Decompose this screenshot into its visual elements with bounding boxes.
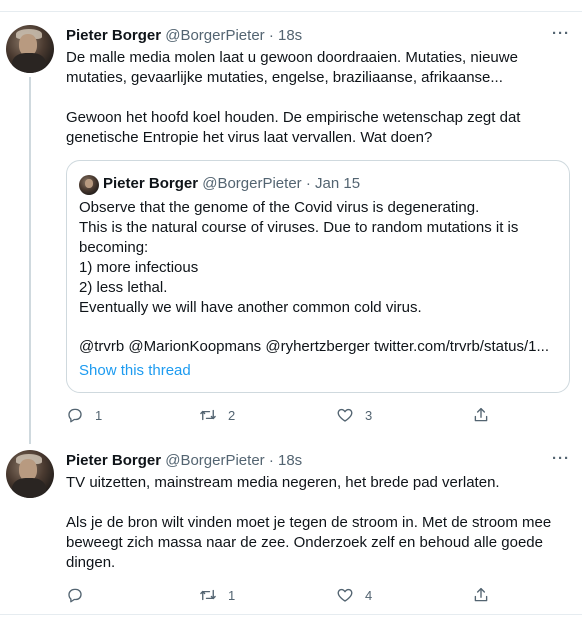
quoted-timestamp: Jan 15: [315, 175, 361, 192]
retweet-icon: [200, 589, 216, 601]
share-button[interactable]: [472, 403, 490, 427]
separator-dot: ·: [268, 452, 274, 469]
tweet-header: Pieter Borger @BorgerPieter · 18s: [66, 27, 302, 45]
heart-icon: [337, 588, 353, 602]
retweet-count: 2: [228, 407, 236, 423]
tweet-text: TV uitzetten, mainstream media negeren, …: [66, 474, 552, 571]
separator-dot: ·: [305, 175, 311, 192]
author-handle[interactable]: @BorgerPieter: [165, 452, 264, 469]
share-button[interactable]: [472, 583, 490, 607]
quoted-tweet-header: Pieter Borger @BorgerPieter · Jan 15: [103, 175, 360, 193]
quoted-tweet-text: Observe that the genome of the Covid vir…: [79, 199, 519, 316]
reply-count: 1: [95, 407, 103, 423]
avatar[interactable]: [6, 25, 54, 73]
more-icon[interactable]: ···: [552, 450, 570, 467]
author-name[interactable]: Pieter Borger: [66, 27, 161, 44]
tweet-text: De malle media molen laat u gewoon doord…: [66, 49, 521, 146]
author-handle[interactable]: @BorgerPieter: [165, 27, 264, 44]
retweet-count: 1: [228, 587, 236, 603]
tweet-2[interactable]: Pieter Borger @BorgerPieter · 18s ··· TV…: [0, 438, 582, 614]
quoted-avatar: [79, 175, 99, 195]
heart-icon: [337, 408, 353, 422]
share-icon: [474, 407, 488, 422]
like-button[interactable]: 3: [336, 403, 372, 427]
like-button[interactable]: 4: [336, 583, 372, 607]
show-thread-link[interactable]: Show this thread: [79, 361, 191, 381]
tweet-timestamp[interactable]: 18s: [278, 27, 302, 44]
reply-icon: [68, 588, 82, 603]
retweet-button[interactable]: 2: [199, 403, 235, 427]
thread-connector-line: [29, 77, 31, 444]
bottom-divider: [0, 614, 582, 615]
share-icon: [474, 587, 488, 602]
like-count: 3: [365, 407, 373, 423]
reply-icon: [68, 408, 82, 423]
avatar[interactable]: [6, 450, 54, 498]
quoted-author-handle: @BorgerPieter: [202, 175, 302, 192]
tweet-actions: 1 4: [0, 583, 582, 607]
tweet-timestamp[interactable]: 18s: [278, 452, 302, 469]
tweet-1[interactable]: Pieter Borger @BorgerPieter · 18s ··· De…: [0, 0, 582, 444]
quoted-tweet[interactable]: Pieter Borger @BorgerPieter · Jan 15 Obs…: [66, 160, 570, 393]
more-icon[interactable]: ···: [552, 25, 570, 42]
quoted-author-name: Pieter Borger: [103, 175, 199, 192]
tweet-actions: 1 2 3: [0, 403, 582, 427]
reply-button[interactable]: 1: [66, 403, 102, 427]
separator-dot: ·: [268, 27, 274, 44]
author-name[interactable]: Pieter Borger: [66, 452, 161, 469]
retweet-icon: [200, 409, 216, 421]
reply-button[interactable]: [66, 583, 95, 607]
quoted-mentions-and-link[interactable]: @trvrb @MarionKoopmans @ryhertzberger tw…: [79, 337, 563, 357]
like-count: 4: [365, 587, 373, 603]
tweet-header: Pieter Borger @BorgerPieter · 18s: [66, 452, 302, 470]
retweet-button[interactable]: 1: [199, 583, 235, 607]
